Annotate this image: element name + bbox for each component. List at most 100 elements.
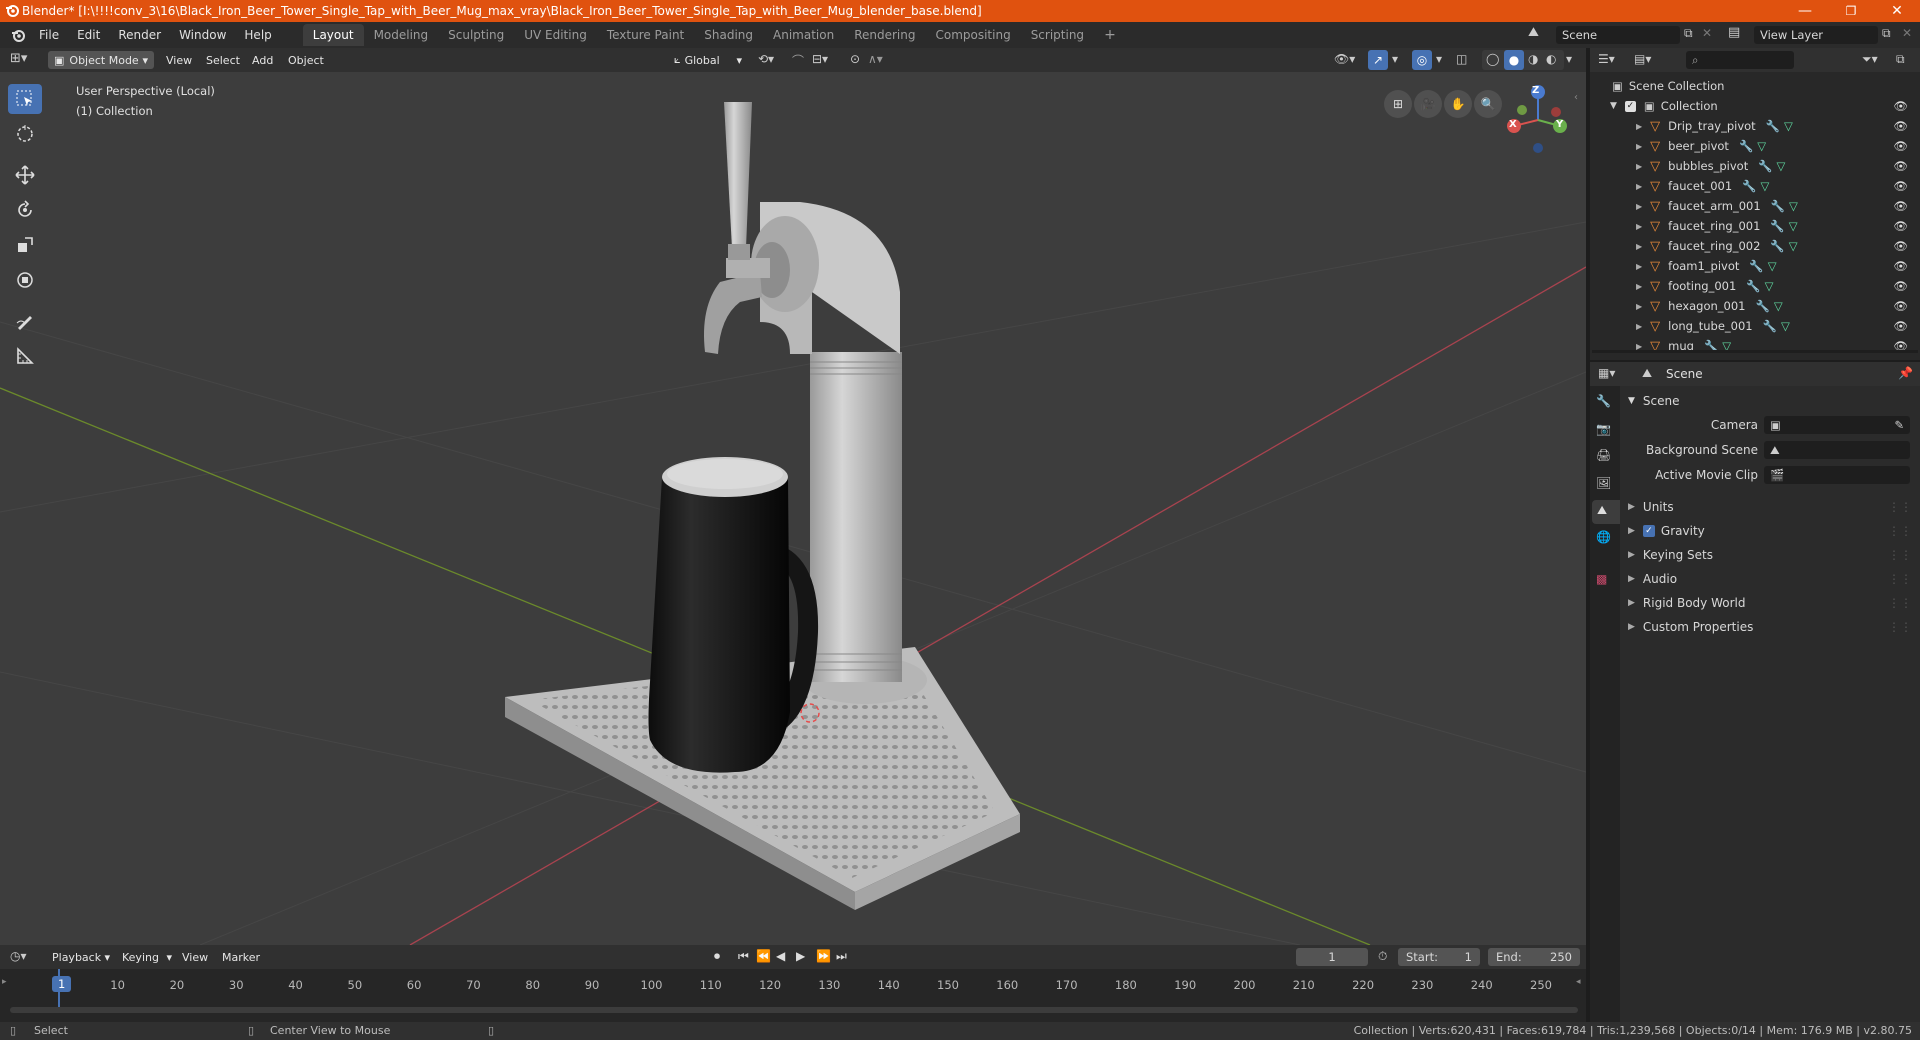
tab-texture-paint[interactable]: Texture Paint [597,24,694,46]
scene-tab-icon[interactable]: ⛰ [1592,500,1620,524]
annotate-tool[interactable] [8,306,42,336]
expand-arrow-icon[interactable]: ▶ [1636,242,1642,251]
rotate-tool[interactable] [8,195,42,225]
solid-shading-icon[interactable]: ● [1504,50,1524,70]
mesh-data-icon[interactable]: ▽ [1784,119,1793,133]
collection-checkbox[interactable]: ✓ [1624,100,1636,112]
mesh-data-icon[interactable]: ▽ [1757,139,1766,153]
new-scene-icon[interactable]: ⧉ [1684,26,1693,41]
camera-view-icon[interactable]: 🎥 [1414,90,1442,118]
modifier-wrench-icon[interactable]: 🔧 [1763,319,1777,333]
view-layer-field[interactable]: View Layer [1754,26,1878,44]
snap-target-icon[interactable]: ⊟▾ [812,52,828,66]
wireframe-shading-icon[interactable]: ◯ [1486,52,1499,66]
scene-name-field[interactable]: Scene [1556,26,1680,44]
tab-modeling[interactable]: Modeling [364,24,439,46]
visibility-eye-icon[interactable]: 👁 [1893,159,1908,173]
expand-arrow-icon[interactable]: ▶ [1636,322,1642,331]
object-mode-dropdown[interactable]: ▣ Object Mode ▾ [48,51,154,69]
modifier-wrench-icon[interactable]: 🔧 [1749,259,1763,273]
outliner-item[interactable]: ▶ ▽ mug 🔧 ▽ 👁 [1590,336,1920,356]
expand-arrow-icon[interactable]: ▶ [1636,262,1642,271]
menu-help[interactable]: Help [235,28,280,42]
menu-edit[interactable]: Edit [68,28,109,42]
expand-arrow-icon[interactable]: ▶ [1636,142,1642,151]
outliner-item[interactable]: ▶ ▽ foam1_pivot 🔧 ▽ 👁 [1590,256,1920,276]
expand-arrow-icon[interactable]: ▶ [1636,302,1642,311]
pan-view-hand-icon[interactable]: ✋ [1444,90,1472,118]
modifier-wrench-icon[interactable]: 🔧 [1770,219,1784,233]
transform-orientation-dropdown[interactable]: ⟀ Global ▾ [668,51,748,69]
modifier-wrench-icon[interactable]: 🔧 [1756,299,1770,313]
timeline-ruler-area[interactable] [0,969,1586,1022]
mesh-data-icon[interactable]: ▽ [1789,199,1798,213]
timeline-view-menu[interactable]: View [176,948,214,966]
minimize-button[interactable]: — [1782,0,1828,22]
visibility-eye-icon[interactable]: 👁 [1893,239,1908,253]
jump-keyframe-forward-icon[interactable]: ⏩ [816,949,831,963]
menu-file[interactable]: File [30,28,68,42]
mesh-data-icon[interactable]: ▽ [1777,159,1786,173]
close-button[interactable]: ✕ [1874,0,1920,22]
world-tab-icon[interactable]: 🌐 [1596,530,1611,544]
visibility-eye-icon[interactable]: 👁 [1893,279,1908,293]
timeline-right-arrow-icon[interactable]: ◂ [1576,977,1581,987]
drag-handle-icon[interactable]: ⋮⋮ [1888,572,1912,586]
toggle-camera-view-grid-icon[interactable]: ⊞ [1384,90,1412,118]
viewport-menu-object[interactable]: Object [282,51,330,69]
start-frame-field[interactable]: Start: 1 [1398,948,1480,966]
texture-tab-icon[interactable]: ▩ [1596,572,1607,586]
mesh-data-icon[interactable]: ▽ [1765,279,1774,293]
outliner-editor-type-icon[interactable]: ☰▾ [1598,52,1615,66]
pivot-point-icon[interactable]: ⟲▾ [758,52,774,66]
jump-keyframe-back-icon[interactable]: ⏪ [756,949,771,963]
modifier-wrench-icon[interactable]: 🔧 [1758,159,1772,173]
new-view-layer-icon[interactable]: ⧉ [1882,26,1891,41]
scene-panel-header[interactable]: ▼ Scene [1622,390,1920,412]
view-layer-tab-icon[interactable]: 🖼 [1596,476,1611,490]
clock-icon[interactable]: ⏱ [1378,949,1387,964]
current-frame-field[interactable]: 1 [1296,948,1368,966]
visibility-eye-icon[interactable]: 👁 [1893,179,1908,193]
drag-handle-icon[interactable]: ⋮⋮ [1888,500,1912,514]
outliner-item[interactable]: ▶ ▽ hexagon_001 🔧 ▽ 👁 [1590,296,1920,316]
new-collection-icon[interactable]: ⧉ [1896,52,1905,67]
mesh-data-icon[interactable]: ▽ [1789,239,1798,253]
tab-sculpting[interactable]: Sculpting [438,24,514,46]
menu-window[interactable]: Window [170,28,235,42]
section-units[interactable]: ▶ Units ⋮⋮ [1622,496,1920,518]
filter-icon[interactable]: ⏷▾ [1862,52,1878,67]
outliner-item[interactable]: ▶ ▽ beer_pivot 🔧 ▽ 👁 [1590,136,1920,156]
outliner-scrollbar[interactable] [1592,350,1918,353]
drag-handle-icon[interactable]: ⋮⋮ [1888,524,1912,538]
section-keying-sets[interactable]: ▶ Keying Sets ⋮⋮ [1622,544,1920,566]
sidebar-toggle-icon[interactable]: ‹ [1574,92,1578,103]
delete-scene-icon[interactable]: ✕ [1702,26,1712,40]
outliner-item[interactable]: ▶ ▽ faucet_ring_001 🔧 ▽ 👁 [1590,216,1920,236]
falloff-icon[interactable]: ∧▾ [868,52,883,66]
outliner-item[interactable]: ▶ ▽ Drip_tray_pivot 🔧 ▽ 👁 [1590,116,1920,136]
viewport-menu-select[interactable]: Select [200,51,246,69]
outliner-scene-collection[interactable]: ▣ Scene Collection [1590,76,1920,96]
marker-menu[interactable]: Marker [216,948,266,966]
visibility-eye-icon[interactable]: 👁 [1893,199,1908,213]
section-audio[interactable]: ▶ Audio ⋮⋮ [1622,568,1920,590]
tab-shading[interactable]: Shading [694,24,763,46]
drag-handle-icon[interactable]: ⋮⋮ [1888,620,1912,634]
outliner-item[interactable]: ▶ ▽ faucet_ring_002 🔧 ▽ 👁 [1590,236,1920,256]
material-shading-icon[interactable]: ◑ [1528,52,1538,66]
modifier-wrench-icon[interactable]: 🔧 [1742,179,1756,193]
tab-layout[interactable]: Layout [302,24,364,46]
display-mode-icon[interactable]: ▤▾ [1634,52,1651,66]
playback-menu[interactable]: Playback ▾ [46,948,116,966]
visibility-eye-icon[interactable]: 👁 [1893,259,1908,273]
outliner-search-input[interactable]: ⌕ [1686,51,1794,69]
outliner-item[interactable]: ▶ ▽ faucet_arm_001 🔧 ▽ 👁 [1590,196,1920,216]
gravity-checkbox[interactable]: ✓ [1642,525,1655,537]
expand-arrow-icon[interactable]: ▶ [1636,162,1642,171]
mesh-data-icon[interactable]: ▽ [1768,259,1777,273]
overlay-toggle-icon[interactable]: ◎ [1412,50,1432,70]
output-tab-icon[interactable]: 🖨 [1596,448,1611,462]
current-frame-marker[interactable]: 1 [52,976,72,992]
expand-arrow-icon[interactable]: ▶ [1636,122,1642,131]
